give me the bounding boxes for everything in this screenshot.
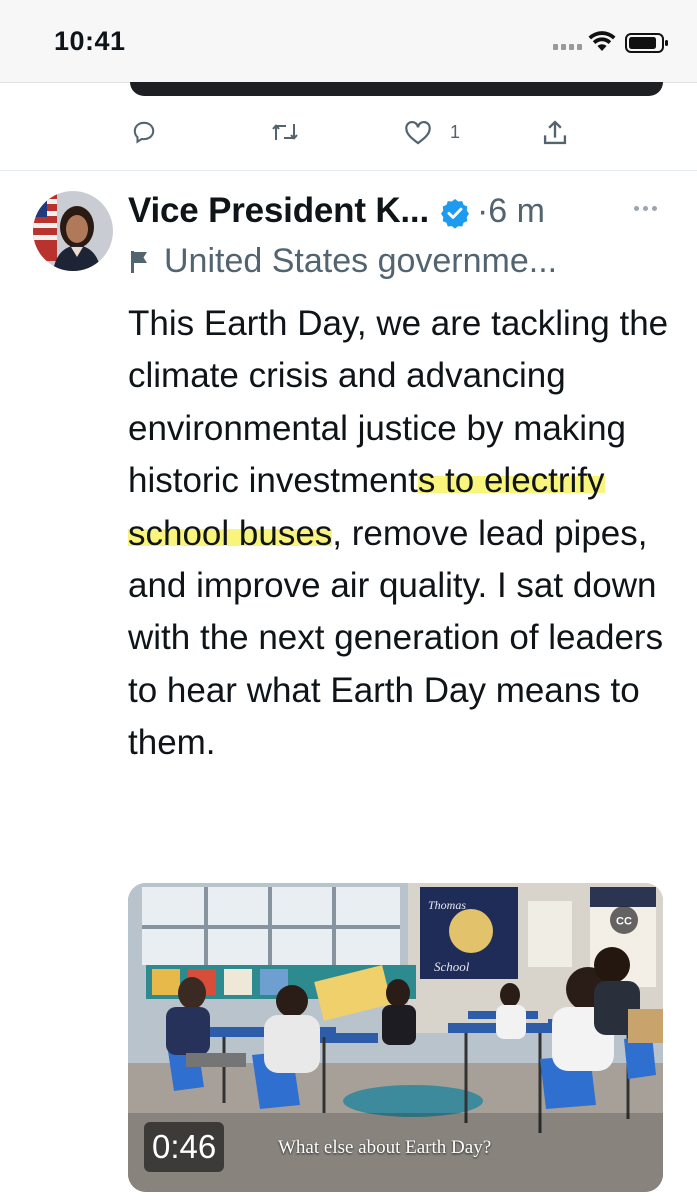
profile-photo xyxy=(33,191,113,271)
display-name[interactable]: Vice President K... xyxy=(128,191,429,231)
status-bar: 10:41 xyxy=(0,0,697,83)
affiliation-label: United States governme... xyxy=(164,242,558,280)
reply-icon xyxy=(133,121,155,144)
verified-badge-icon xyxy=(440,199,469,229)
video-duration: 0:46 xyxy=(144,1122,225,1172)
svg-text:CC: CC xyxy=(616,916,632,928)
reply-button[interactable] xyxy=(131,119,157,145)
previous-tweet-actions: 1 xyxy=(0,105,697,165)
account-label[interactable]: United States governme... xyxy=(130,242,557,281)
tweet-text: This Earth Day, we are tackling the clim… xyxy=(128,298,673,770)
flag-icon xyxy=(131,250,147,273)
share-button[interactable] xyxy=(541,119,569,147)
heart-icon xyxy=(405,120,431,145)
tweet-header: Vice President K... ·6 m xyxy=(128,188,545,234)
closed-captions-icon[interactable]: CC xyxy=(609,905,639,935)
status-time: 10:41 xyxy=(54,26,126,56)
retweet-button[interactable] xyxy=(270,119,300,145)
video-player[interactable]: Thomas School CC 0:46 What else about Ea… xyxy=(128,883,663,1192)
tweet-timestamp[interactable]: ·6 m xyxy=(477,192,545,231)
like-button[interactable]: 1 xyxy=(404,119,460,145)
video-caption: What else about Earth Day? xyxy=(278,1137,492,1158)
wifi-icon xyxy=(588,31,616,51)
share-icon xyxy=(543,120,567,145)
like-count: 1 xyxy=(450,121,461,142)
retweet-icon xyxy=(272,124,298,140)
cellular-signal-icon xyxy=(553,44,582,50)
previous-tweet-media[interactable] xyxy=(130,82,663,96)
school-sign-text: School xyxy=(434,959,470,974)
more-options-icon[interactable] xyxy=(634,206,657,211)
avatar[interactable] xyxy=(33,191,113,271)
tweet-divider xyxy=(0,170,697,171)
school-sign-text: Thomas xyxy=(428,898,466,912)
battery-icon xyxy=(625,33,668,53)
